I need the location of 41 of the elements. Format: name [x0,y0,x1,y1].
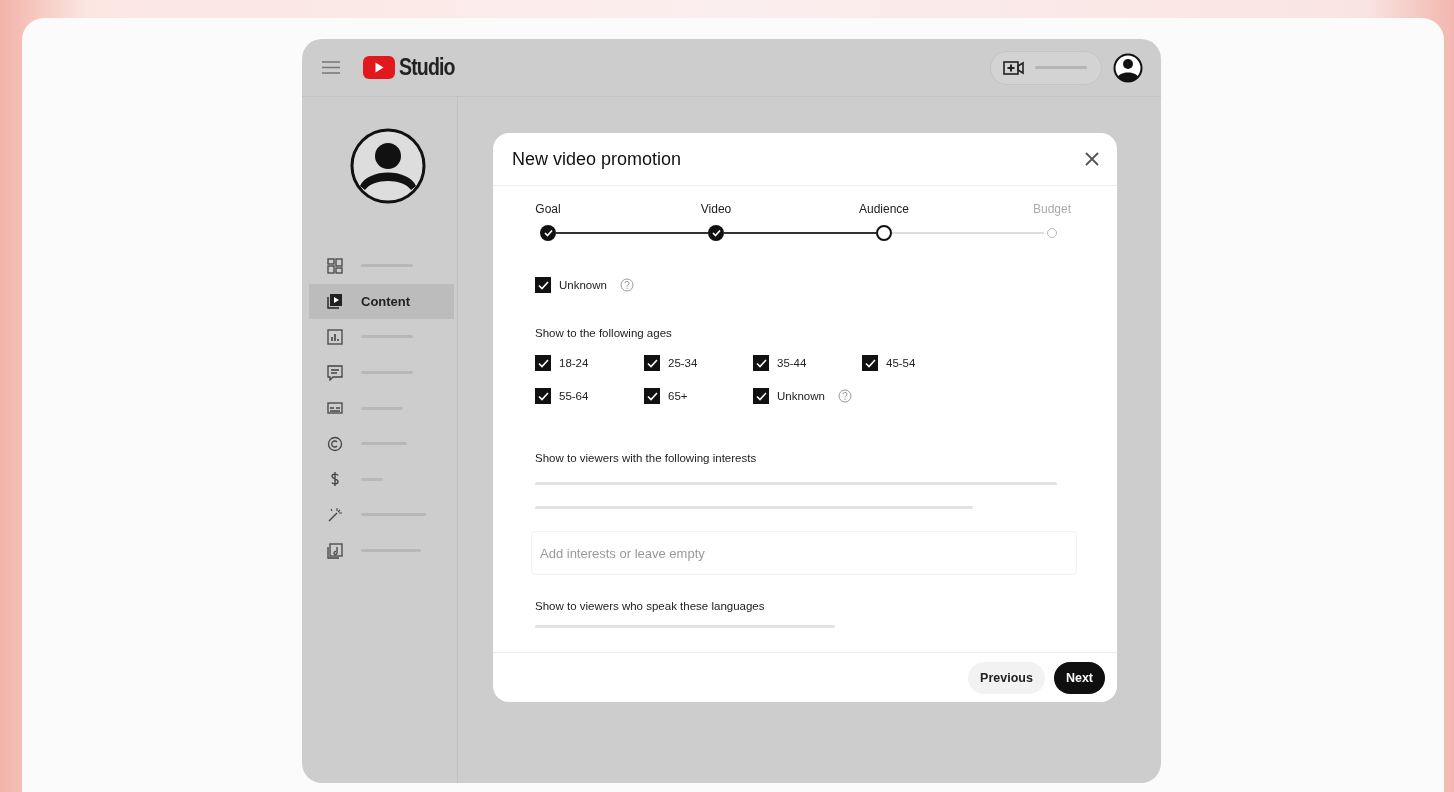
checkbox[interactable] [535,277,551,293]
music-icon[interactable] [327,542,343,559]
comment-icon[interactable] [327,364,343,381]
checkbox[interactable] [644,388,660,404]
play-icon[interactable] [327,293,343,310]
create-button[interactable] [990,50,1102,85]
checkbox-label: 25-34 [668,357,698,369]
avatar-icon [350,128,426,204]
checkbox-label: 65+ [668,390,688,402]
step-label: Budget [1032,202,1071,216]
checkbox[interactable] [862,355,878,371]
wand-icon[interactable] [327,506,343,523]
avatar-icon[interactable] [1113,52,1143,83]
checkbox-label: 45-54 [886,357,916,369]
menu-icon[interactable] [322,61,340,74]
step-label: Goal [535,202,561,216]
input-field[interactable]: Add interests or leave empty [531,531,1077,575]
grid-icon[interactable] [327,257,343,274]
checkbox[interactable] [753,355,769,371]
section-heading: Show to viewers who speak these languages [535,600,766,612]
logo-text: Studio [399,54,455,81]
previous-button[interactable]: Previous [968,661,1045,694]
chart-icon[interactable] [327,329,343,345]
step-label: Audience [858,202,909,216]
checkbox[interactable] [753,388,769,404]
checkbox-label: 18-24 [559,357,589,369]
checkbox-label: 35-44 [777,357,807,369]
checkbox-label: Unknown [777,390,825,402]
section-heading: Show to viewers with the following interests [535,452,758,464]
checkbox[interactable] [644,355,660,371]
section-heading: Show to the following ages [535,327,673,339]
checkbox-label: 55-64 [559,390,589,402]
sidebar-item[interactable]: Content [309,283,454,320]
play-logo-icon [363,56,395,79]
checkbox[interactable] [535,355,551,371]
checkbox-label: Unknown [559,279,607,291]
checkbox[interactable] [535,388,551,404]
dialog-title: New video promotion [512,148,682,170]
next-button[interactable]: Next [1053,661,1105,694]
video-plus-icon [1003,59,1025,76]
step-label: Video [700,202,732,216]
